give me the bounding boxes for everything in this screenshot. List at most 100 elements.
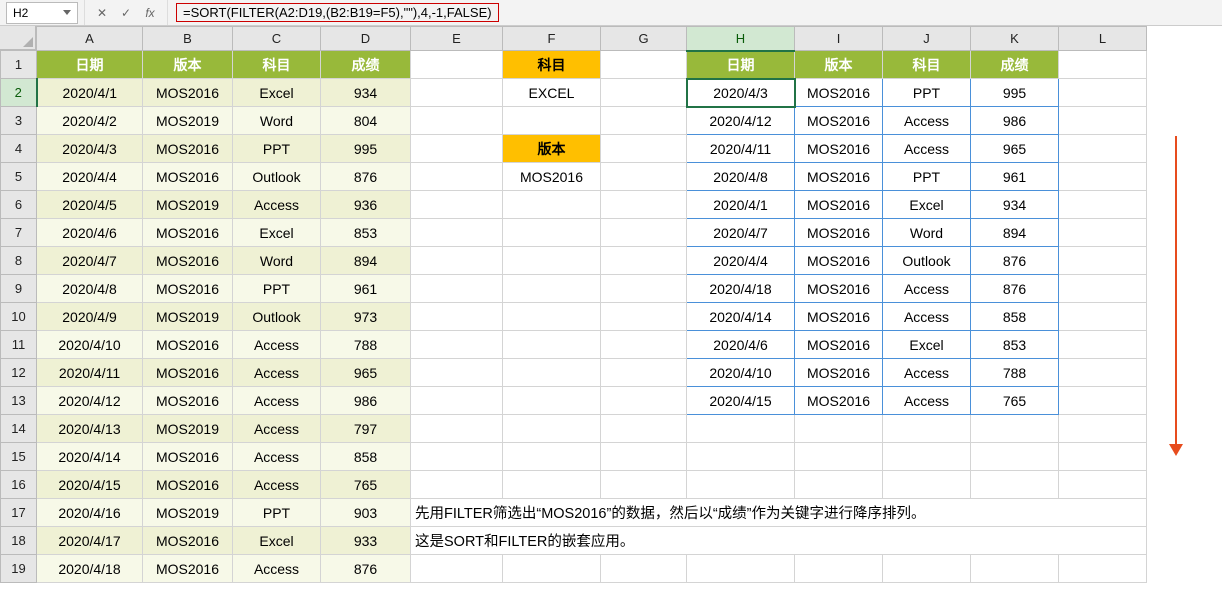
cell-K5[interactable]: 961 <box>971 163 1059 191</box>
cell-F13[interactable] <box>503 387 601 415</box>
cell-J13[interactable]: Access <box>883 387 971 415</box>
cell-K15[interactable] <box>971 443 1059 471</box>
cell-A16[interactable]: 2020/4/15 <box>37 471 143 499</box>
cell-D12[interactable]: 965 <box>321 359 411 387</box>
cell-J8[interactable]: Outlook <box>883 247 971 275</box>
cell-J11[interactable]: Excel <box>883 331 971 359</box>
cell-J16[interactable] <box>883 471 971 499</box>
row-header-10[interactable]: 10 <box>1 303 37 331</box>
row-header-9[interactable]: 9 <box>1 275 37 303</box>
cell-L16[interactable] <box>1059 471 1147 499</box>
cell-H4[interactable]: 2020/4/11 <box>687 135 795 163</box>
cell-A9[interactable]: 2020/4/8 <box>37 275 143 303</box>
cell-B3[interactable]: MOS2019 <box>143 107 233 135</box>
cell-D19[interactable]: 876 <box>321 555 411 583</box>
cell-K10[interactable]: 858 <box>971 303 1059 331</box>
cell-G13[interactable] <box>601 387 687 415</box>
col-header-A[interactable]: A <box>37 27 143 51</box>
cell-E5[interactable] <box>411 163 503 191</box>
cell-A12[interactable]: 2020/4/11 <box>37 359 143 387</box>
cell-D18[interactable]: 933 <box>321 527 411 555</box>
cell-H13[interactable]: 2020/4/15 <box>687 387 795 415</box>
row-header-16[interactable]: 16 <box>1 471 37 499</box>
cell-K11[interactable]: 853 <box>971 331 1059 359</box>
cell-B19[interactable]: MOS2016 <box>143 555 233 583</box>
cell-E1[interactable] <box>411 51 503 79</box>
cell-C2[interactable]: Excel <box>233 79 321 107</box>
cell-B5[interactable]: MOS2016 <box>143 163 233 191</box>
confirm-icon[interactable]: ✓ <box>117 4 135 22</box>
row-header-8[interactable]: 8 <box>1 247 37 275</box>
cell-F5[interactable]: MOS2016 <box>503 163 601 191</box>
cell-L1[interactable] <box>1059 51 1147 79</box>
col-header-E[interactable]: E <box>411 27 503 51</box>
cell-C8[interactable]: Word <box>233 247 321 275</box>
cell-H5[interactable]: 2020/4/8 <box>687 163 795 191</box>
cell-E10[interactable] <box>411 303 503 331</box>
cell-I4[interactable]: MOS2016 <box>795 135 883 163</box>
cell-C10[interactable]: Outlook <box>233 303 321 331</box>
cell-G9[interactable] <box>601 275 687 303</box>
cell-E3[interactable] <box>411 107 503 135</box>
cell-G11[interactable] <box>601 331 687 359</box>
cell-I13[interactable]: MOS2016 <box>795 387 883 415</box>
cell-C9[interactable]: PPT <box>233 275 321 303</box>
cell-D10[interactable]: 973 <box>321 303 411 331</box>
cell-D13[interactable]: 986 <box>321 387 411 415</box>
col-header-B[interactable]: B <box>143 27 233 51</box>
cell-F11[interactable] <box>503 331 601 359</box>
cell-J5[interactable]: PPT <box>883 163 971 191</box>
cell-F7[interactable] <box>503 219 601 247</box>
cell-D4[interactable]: 995 <box>321 135 411 163</box>
cell-I9[interactable]: MOS2016 <box>795 275 883 303</box>
cell-L2[interactable] <box>1059 79 1147 107</box>
cell-H16[interactable] <box>687 471 795 499</box>
cell-C6[interactable]: Access <box>233 191 321 219</box>
cell-C18[interactable]: Excel <box>233 527 321 555</box>
cell-J4[interactable]: Access <box>883 135 971 163</box>
cell-E2[interactable] <box>411 79 503 107</box>
cell-B8[interactable]: MOS2016 <box>143 247 233 275</box>
col-header-H[interactable]: H <box>687 27 795 51</box>
cell-L19[interactable] <box>1059 555 1147 583</box>
cell-H11[interactable]: 2020/4/6 <box>687 331 795 359</box>
cell-G6[interactable] <box>601 191 687 219</box>
cell-D5[interactable]: 876 <box>321 163 411 191</box>
cell-B17[interactable]: MOS2019 <box>143 499 233 527</box>
cell-H9[interactable]: 2020/4/18 <box>687 275 795 303</box>
cell-C7[interactable]: Excel <box>233 219 321 247</box>
cell-K12[interactable]: 788 <box>971 359 1059 387</box>
cell-A13[interactable]: 2020/4/12 <box>37 387 143 415</box>
cell-H19[interactable] <box>687 555 795 583</box>
cell-H7[interactable]: 2020/4/7 <box>687 219 795 247</box>
cell-I2[interactable]: MOS2016 <box>795 79 883 107</box>
cell-D15[interactable]: 858 <box>321 443 411 471</box>
cell-F15[interactable] <box>503 443 601 471</box>
cell-C3[interactable]: Word <box>233 107 321 135</box>
cell-C19[interactable]: Access <box>233 555 321 583</box>
cell-K8[interactable]: 876 <box>971 247 1059 275</box>
cell-A2[interactable]: 2020/4/1 <box>37 79 143 107</box>
cell-E7[interactable] <box>411 219 503 247</box>
cell-H3[interactable]: 2020/4/12 <box>687 107 795 135</box>
cell-E12[interactable] <box>411 359 503 387</box>
cell-A4[interactable]: 2020/4/3 <box>37 135 143 163</box>
row-header-18[interactable]: 18 <box>1 527 37 555</box>
cell-L7[interactable] <box>1059 219 1147 247</box>
cell-I5[interactable]: MOS2016 <box>795 163 883 191</box>
cell-I10[interactable]: MOS2016 <box>795 303 883 331</box>
cell-C15[interactable]: Access <box>233 443 321 471</box>
cell-E13[interactable] <box>411 387 503 415</box>
cell-K19[interactable] <box>971 555 1059 583</box>
cell-H14[interactable] <box>687 415 795 443</box>
cell-A11[interactable]: 2020/4/10 <box>37 331 143 359</box>
cell-H12[interactable]: 2020/4/10 <box>687 359 795 387</box>
cell-A6[interactable]: 2020/4/5 <box>37 191 143 219</box>
cell-I8[interactable]: MOS2016 <box>795 247 883 275</box>
cell-I15[interactable] <box>795 443 883 471</box>
cell-C16[interactable]: Access <box>233 471 321 499</box>
cell-J19[interactable] <box>883 555 971 583</box>
cell-E11[interactable] <box>411 331 503 359</box>
cell-E19[interactable] <box>411 555 503 583</box>
cell-I19[interactable] <box>795 555 883 583</box>
